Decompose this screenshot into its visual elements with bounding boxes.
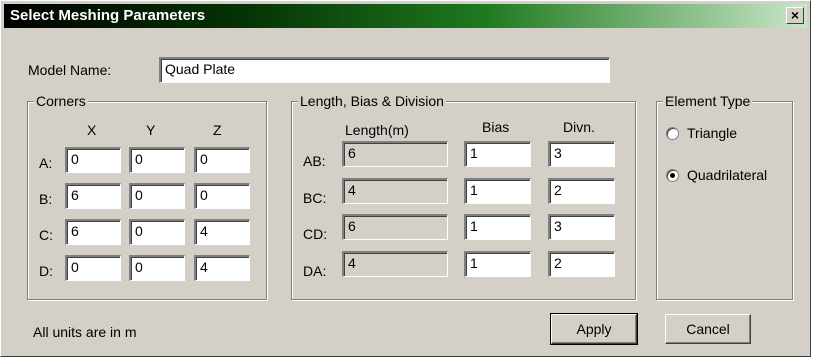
corner-c-label: C: — [39, 227, 53, 243]
corner-c-z-input[interactable]: 4 — [194, 219, 250, 245]
corners-header-y: Y — [146, 122, 156, 138]
edge-ab-divn-input[interactable]: 3 — [548, 141, 615, 167]
corner-d-x-input[interactable]: 0 — [65, 255, 121, 281]
selected-dot-icon — [670, 173, 675, 178]
corner-b-label: B: — [39, 191, 53, 207]
edge-bc-length-field: 4 — [342, 178, 448, 204]
element-type-legend: Element Type — [663, 93, 753, 109]
corner-d-y-input[interactable]: 0 — [129, 255, 185, 281]
edge-bc-bias-input[interactable]: 1 — [464, 178, 531, 204]
title-bar[interactable]: Select Meshing Parameters × — [4, 4, 807, 28]
corners-header-x: X — [87, 122, 97, 138]
lbd-header-divn: Divn. — [563, 119, 595, 135]
quadrilateral-label[interactable]: Quadrilateral — [687, 167, 767, 183]
triangle-label[interactable]: Triangle — [687, 125, 737, 141]
corner-a-y-input[interactable]: 0 — [129, 147, 185, 173]
corners-legend: Corners — [34, 93, 88, 109]
edge-da-label: DA: — [303, 263, 327, 279]
close-icon: × — [790, 7, 800, 23]
corner-a-z-input[interactable]: 0 — [194, 147, 250, 173]
model-name-input[interactable]: Quad Plate — [159, 57, 610, 83]
edge-bc-label: BC: — [303, 190, 327, 206]
cancel-button[interactable]: Cancel — [665, 314, 751, 344]
edge-cd-length-field: 6 — [342, 214, 448, 240]
corner-a-label: A: — [39, 155, 53, 171]
edge-da-length-field: 4 — [342, 251, 448, 277]
lbd-header-bias: Bias — [482, 119, 510, 135]
window-title: Select Meshing Parameters — [10, 7, 206, 24]
corner-b-z-input[interactable]: 0 — [194, 183, 250, 209]
apply-button[interactable]: Apply — [550, 313, 638, 345]
corner-d-label: D: — [39, 263, 53, 279]
edge-cd-divn-input[interactable]: 3 — [548, 214, 615, 240]
corners-header-z: Z — [213, 122, 222, 138]
edge-ab-label: AB: — [303, 153, 326, 169]
meshing-dialog: Select Meshing Parameters × Model Name: … — [0, 0, 811, 357]
lbd-header-length: Length(m) — [345, 122, 409, 138]
lbd-legend: Length, Bias & Division — [298, 93, 446, 109]
edge-ab-length-field: 6 — [342, 141, 448, 167]
corner-b-y-input[interactable]: 0 — [129, 183, 185, 209]
edge-da-bias-input[interactable]: 1 — [464, 251, 531, 277]
corner-a-x-input[interactable]: 0 — [65, 147, 121, 173]
triangle-radio[interactable] — [666, 127, 679, 140]
corner-c-y-input[interactable]: 0 — [129, 219, 185, 245]
edge-cd-bias-input[interactable]: 1 — [464, 214, 531, 240]
edge-bc-divn-input[interactable]: 2 — [548, 178, 615, 204]
edge-da-divn-input[interactable]: 2 — [548, 251, 615, 277]
quadrilateral-radio[interactable] — [666, 169, 679, 182]
corner-c-x-input[interactable]: 6 — [65, 219, 121, 245]
edge-ab-bias-input[interactable]: 1 — [464, 141, 531, 167]
edge-cd-label: CD: — [303, 226, 328, 242]
corner-b-x-input[interactable]: 6 — [65, 183, 121, 209]
close-button[interactable]: × — [786, 7, 804, 24]
corner-d-z-input[interactable]: 4 — [194, 255, 250, 281]
units-note: All units are in m — [33, 324, 137, 340]
model-name-label: Model Name: — [28, 62, 112, 78]
